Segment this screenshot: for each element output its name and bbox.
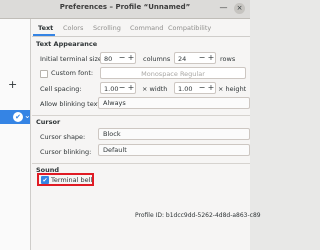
rows-decrement-button[interactable]: −: [198, 52, 206, 64]
height-unit-label: × height: [218, 85, 247, 93]
terminal-bell-checkbox[interactable]: ✔: [41, 176, 49, 184]
section-heading-text-appearance: Text Appearance: [36, 40, 98, 48]
cell-width-increment-button[interactable]: +: [127, 82, 135, 94]
section-divider: [32, 115, 250, 116]
cell-spacing-label: Cell spacing:: [40, 85, 82, 93]
minimize-button[interactable]: —: [219, 4, 228, 13]
window-title: Preferences – Profile “Unnamed”: [59, 3, 191, 11]
cursor-shape-label: Cursor shape:: [40, 133, 86, 141]
width-unit-label: × width: [142, 85, 168, 93]
custom-font-checkbox[interactable]: [40, 70, 48, 78]
chevron-down-icon[interactable]: ⌄: [24, 111, 31, 120]
cell-width-decrement-button[interactable]: −: [118, 82, 126, 94]
blinking-text-label: Allow blinking text:: [40, 100, 103, 108]
cursor-shape-dropdown[interactable]: Block: [98, 128, 250, 140]
profile-sidebar: + ✔ ⌄: [0, 19, 31, 250]
cell-height-increment-button[interactable]: +: [207, 82, 215, 94]
titlebar: Preferences – Profile “Unnamed” — ×: [0, 0, 250, 19]
tab-colors[interactable]: Colors: [63, 24, 83, 32]
columns-decrement-button[interactable]: −: [118, 52, 126, 64]
add-profile-button[interactable]: +: [8, 78, 17, 91]
preferences-window: Preferences – Profile “Unnamed” — × + ✔ …: [0, 0, 261, 250]
columns-unit-label: columns: [143, 55, 171, 63]
cell-height-decrement-button[interactable]: −: [198, 82, 206, 94]
checkmark-icon: ✔: [13, 112, 23, 122]
active-tab-indicator: [33, 34, 55, 36]
sidebar-item-selected-profile[interactable]: ✔ ⌄: [0, 110, 31, 124]
rows-unit-label: rows: [220, 55, 236, 63]
tab-compatibility[interactable]: Compatibility: [168, 24, 211, 32]
initial-size-label: Initial terminal size:: [40, 55, 105, 63]
close-button[interactable]: ×: [234, 3, 245, 14]
custom-font-label: Custom font:: [51, 69, 94, 77]
tab-scrolling[interactable]: Scrolling: [93, 24, 121, 32]
tab-text[interactable]: Text: [38, 24, 53, 32]
tab-command[interactable]: Command: [130, 24, 163, 32]
rows-increment-button[interactable]: +: [207, 52, 215, 64]
cursor-blinking-dropdown[interactable]: Default: [98, 144, 250, 156]
section-heading-cursor: Cursor: [36, 118, 61, 126]
columns-increment-button[interactable]: +: [127, 52, 135, 64]
profile-id-text: Profile ID: b1dcc9dd-5262-4d8d-a863-c89: [135, 212, 261, 219]
font-chooser-button[interactable]: Monospace Regular: [100, 67, 246, 79]
section-divider: [32, 163, 250, 164]
blinking-text-dropdown[interactable]: Always: [98, 97, 250, 109]
cursor-blinking-label: Cursor blinking:: [40, 148, 92, 156]
terminal-bell-label[interactable]: Terminal bell: [51, 176, 92, 184]
